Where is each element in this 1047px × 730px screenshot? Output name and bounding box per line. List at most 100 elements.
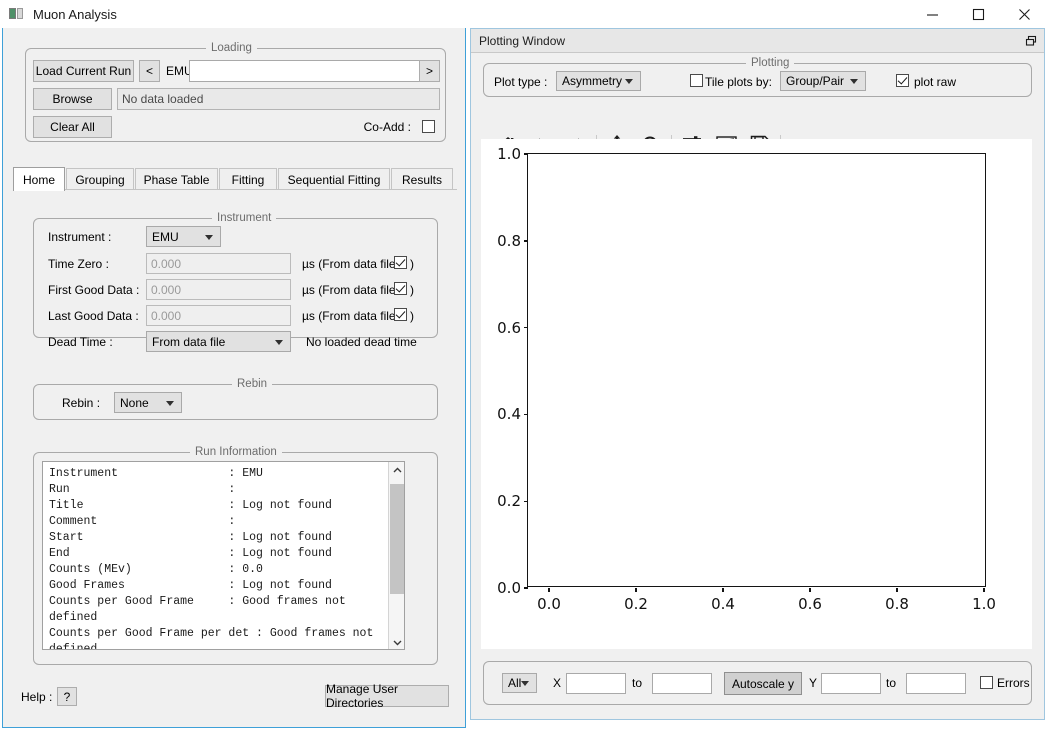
chevron-down-icon bbox=[205, 235, 213, 240]
instrument-select-value: EMU bbox=[152, 230, 179, 244]
run-information-group-title: Run Information bbox=[190, 446, 282, 458]
browse-button[interactable]: Browse bbox=[33, 88, 112, 110]
clear-all-button[interactable]: Clear All bbox=[33, 116, 112, 138]
tile-plots-checkbox[interactable] bbox=[690, 74, 703, 87]
main-left-panel: Loading Load Current Run < EMU > Browse … bbox=[2, 28, 466, 728]
run-information-scrollbar[interactable] bbox=[388, 462, 404, 650]
tab-home[interactable]: Home bbox=[13, 167, 65, 191]
rebin-group-title: Rebin bbox=[232, 378, 272, 390]
file-status-field: No data loaded bbox=[117, 88, 440, 110]
tab-sequential-fitting[interactable]: Sequential Fitting bbox=[278, 168, 390, 190]
app-icon bbox=[9, 7, 23, 21]
time-zero-input[interactable]: 0.000 bbox=[146, 253, 291, 274]
y-tick-mark bbox=[524, 327, 528, 328]
plot-canvas[interactable]: 0.0 0.2 0.4 0.6 0.8 bbox=[481, 139, 1032, 649]
chevron-down-icon bbox=[275, 340, 283, 345]
tab-results[interactable]: Results bbox=[391, 168, 453, 190]
rebin-group: Rebin Rebin : None bbox=[33, 384, 438, 420]
home-tab-panel: Instrument Instrument : EMU Time Zero : … bbox=[13, 190, 457, 690]
next-run-button[interactable]: > bbox=[419, 60, 440, 82]
run-information-textbox[interactable]: Instrument : EMU Run : Title : Log not f… bbox=[42, 461, 405, 650]
window-title: Muon Analysis bbox=[33, 7, 117, 22]
x-tick-label: 0.0 bbox=[537, 595, 561, 613]
plot-axes[interactable]: 0.0 0.2 0.4 0.6 0.8 bbox=[527, 153, 986, 587]
coadd-label: Co-Add : bbox=[364, 120, 411, 134]
first-good-data-input[interactable]: 0.000 bbox=[146, 279, 291, 300]
tile-plots-label: Tile plots by: bbox=[705, 75, 772, 89]
x-tick-mark bbox=[548, 588, 549, 592]
plot-type-label: Plot type : bbox=[494, 75, 547, 89]
y-tick-mark bbox=[524, 414, 528, 415]
y-range-label: Y bbox=[809, 676, 817, 690]
first-good-from-file-checkbox[interactable] bbox=[394, 282, 407, 295]
minimize-icon[interactable] bbox=[909, 0, 955, 28]
tile-plots-by-select[interactable]: Group/Pair bbox=[780, 71, 866, 91]
rebin-select-value: None bbox=[120, 396, 149, 410]
maximize-icon[interactable] bbox=[955, 0, 1001, 28]
instrument-select[interactable]: EMU bbox=[146, 226, 221, 247]
plot-type-select[interactable]: Asymmetry bbox=[556, 71, 641, 91]
rebin-label: Rebin : bbox=[62, 396, 100, 410]
tab-strip: Home Grouping Phase Table Fitting Sequen… bbox=[13, 168, 457, 190]
loading-group-title: Loading bbox=[206, 42, 257, 54]
manage-user-directories-button[interactable]: Manage User Directories bbox=[325, 685, 449, 707]
x-tick-mark bbox=[722, 588, 723, 592]
first-good-data-label: First Good Data : bbox=[48, 283, 139, 297]
previous-run-button[interactable]: < bbox=[139, 60, 160, 82]
coadd-checkbox[interactable] bbox=[422, 120, 435, 133]
y-tick-mark bbox=[524, 153, 528, 154]
tab-grouping[interactable]: Grouping bbox=[66, 168, 134, 190]
y-max-input[interactable] bbox=[906, 673, 966, 694]
x-max-input[interactable] bbox=[652, 673, 712, 694]
help-label: Help : bbox=[21, 690, 52, 704]
last-good-units-label: µs (From data file bbox=[302, 309, 396, 323]
range-bar-group: All X to Autoscale y Y to Errors bbox=[483, 661, 1032, 705]
x-tick-label: 0.4 bbox=[711, 595, 735, 613]
y-tick-mark bbox=[524, 587, 528, 588]
x-min-input[interactable] bbox=[566, 673, 626, 694]
first-good-units-label: µs (From data file bbox=[302, 283, 396, 297]
restore-icon[interactable] bbox=[1020, 31, 1042, 51]
plot-type-select-value: Asymmetry bbox=[562, 74, 622, 88]
x-to-label: to bbox=[632, 676, 642, 690]
scroll-up-arrow-icon[interactable] bbox=[389, 462, 405, 479]
run-information-group: Run Information Instrument : EMU Run : T… bbox=[33, 452, 438, 665]
help-button[interactable]: ? bbox=[57, 687, 77, 706]
window-controls bbox=[909, 0, 1047, 28]
x-tick-label: 1.0 bbox=[972, 595, 996, 613]
dead-time-select-value: From data file bbox=[152, 335, 225, 349]
run-number-input[interactable] bbox=[189, 60, 433, 82]
y-tick-label: 1.0 bbox=[497, 145, 521, 163]
plotting-group-title: Plotting bbox=[746, 57, 794, 69]
last-good-from-file-checkbox[interactable] bbox=[394, 308, 407, 321]
plotting-group: Plotting Plot type : Asymmetry Tile plot… bbox=[483, 63, 1032, 97]
dead-time-label: Dead Time : bbox=[48, 335, 113, 349]
load-current-run-button[interactable]: Load Current Run bbox=[33, 60, 134, 82]
plot-raw-checkbox[interactable] bbox=[896, 74, 909, 87]
time-zero-from-file-checkbox[interactable] bbox=[394, 256, 407, 269]
close-icon[interactable] bbox=[1001, 0, 1047, 28]
errors-checkbox[interactable] bbox=[980, 676, 993, 689]
time-zero-label: Time Zero : bbox=[48, 257, 109, 271]
y-min-input[interactable] bbox=[821, 673, 881, 694]
chevron-down-icon bbox=[166, 401, 174, 406]
last-good-data-input[interactable]: 0.000 bbox=[146, 305, 291, 326]
dead-time-select[interactable]: From data file bbox=[146, 331, 291, 352]
scope-select[interactable]: All bbox=[502, 673, 537, 693]
x-range-label: X bbox=[553, 676, 561, 690]
plotting-window-panel: Plotting Window Plotting Plot type : Asy… bbox=[470, 28, 1045, 720]
scroll-down-arrow-icon[interactable] bbox=[389, 634, 405, 650]
autoscale-y-button[interactable]: Autoscale y bbox=[724, 672, 802, 695]
instrument-label: Instrument : bbox=[48, 230, 111, 244]
loading-group: Loading Load Current Run < EMU > Browse … bbox=[25, 48, 446, 142]
tab-fitting[interactable]: Fitting bbox=[219, 168, 277, 190]
plotting-window-header: Plotting Window bbox=[471, 29, 1044, 53]
tab-phase-table[interactable]: Phase Table bbox=[135, 168, 218, 190]
title-bar: Muon Analysis bbox=[0, 0, 1047, 28]
plotting-window-title: Plotting Window bbox=[479, 34, 565, 48]
run-information-text: Instrument : EMU Run : Title : Log not f… bbox=[49, 466, 389, 650]
scrollbar-thumb[interactable] bbox=[390, 484, 404, 594]
first-good-paren: ) bbox=[410, 283, 414, 297]
rebin-select[interactable]: None bbox=[114, 392, 182, 413]
time-zero-units-label: µs (From data file bbox=[302, 257, 396, 271]
